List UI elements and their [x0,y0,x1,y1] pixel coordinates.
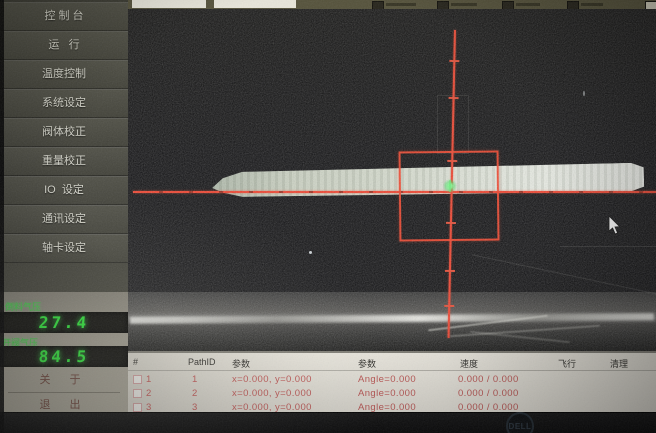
monitor-bezel [0,412,656,433]
toolbar-checkbox-label-smudge [516,3,540,6]
sidebar-item-console[interactable]: 控 制 台 [0,2,128,31]
crosshair-tick [449,60,459,62]
toolbar-checkbox-label-smudge [581,3,603,6]
path-id-cell: 2 [192,388,198,399]
sidebar-lower-panel: 倒料气压 27.4 开阀气压 84.5 关 于 退 出 [0,292,128,412]
top-toolbar-strip [128,0,656,9]
sidebar: 控 制 台 运 行 温度控制 系统设定 阀体校正 重量校正 IO 设定 通讯设定… [0,0,130,412]
sidebar-item-axis-card-settings[interactable]: 轴卡设定 [0,234,128,263]
dust-speck [309,251,312,254]
valve-open-pressure-display: 84.5 [0,346,128,367]
col-header-param1: 参数 [232,357,250,370]
param-angle-cell: Angle=0.000 [358,374,416,385]
col-header-pathid: PathID [188,357,216,367]
row-number: 2 [146,388,152,399]
header-divider [128,370,656,371]
toolbar-checkbox-label-smudge [386,3,416,6]
table-row[interactable]: 1 1 x=0.000, y=0.000 Angle=0.000 0.000 /… [128,373,656,386]
machine-control-screen: 控 制 台 运 行 温度控制 系统设定 阀体校正 重量校正 IO 设定 通讯设定… [0,0,656,433]
col-header-clean: 清理 [610,357,628,370]
col-header-fly: 飞行 [558,357,576,370]
dispense-point-marker [443,179,457,193]
camera-viewport[interactable] [128,9,656,351]
sidebar-item-weight-calibration[interactable]: 重量校正 [0,147,128,176]
table-row[interactable]: 2 2 x=0.000, y=0.000 Angle=0.000 0.000 /… [128,387,656,400]
faint-edge-line [560,246,656,247]
sidebar-item-valve-calibration[interactable]: 阀体校正 [0,118,128,147]
sidebar-divider [8,392,120,393]
monitor-bezel-left-edge [0,0,4,433]
sidebar-item-run[interactable]: 运 行 [0,31,128,60]
crosshair-tick [449,97,459,99]
sidebar-item-temperature-control[interactable]: 温度控制 [0,60,128,89]
valve-open-pressure-value: 84.5 [0,346,129,367]
sidebar-menu: 控 制 台 运 行 温度控制 系统设定 阀体校正 重量校正 IO 设定 通讯设定… [0,2,128,263]
path-table: # PathID 参数 参数 速度 飞行 清理 1 1 x=0.000, y=0… [128,351,656,414]
param-angle-cell: Angle=0.000 [358,388,416,399]
speed-cell: 0.000 / 0.000 [458,388,519,399]
faint-edge-line [472,254,656,297]
feed-pressure-display: 27.4 [0,312,128,333]
row-select-checkbox[interactable] [133,375,142,384]
col-header-param2: 参数 [358,357,376,370]
row-select-checkbox[interactable] [133,389,142,398]
path-id-cell: 1 [192,374,198,385]
sidebar-item-io-settings[interactable]: IO 设定 [0,176,128,205]
toolbar-field[interactable] [132,0,206,8]
sidebar-item-system-settings[interactable]: 系统设定 [0,89,128,118]
monitor-brand-logo: DELL [506,412,534,433]
roi-rectangle[interactable] [399,150,500,241]
param-xy-cell: x=0.000, y=0.000 [232,388,312,399]
crosshair-tick [444,305,454,307]
toolbar-checkbox-label-smudge [451,3,477,6]
sidebar-item-communication-settings[interactable]: 通讯设定 [0,205,128,234]
speed-cell: 0.000 / 0.000 [458,374,519,385]
toolbar-field[interactable] [214,0,296,8]
col-header-index: # [133,357,138,367]
about-button[interactable]: 关 于 [0,371,128,389]
row-number: 1 [146,374,152,385]
row-select-checkbox[interactable] [133,403,142,412]
mouse-cursor-icon [608,216,622,236]
crosshair-horizontal-line [133,191,656,193]
feed-pressure-value: 27.4 [0,312,129,333]
param-xy-cell: x=0.000, y=0.000 [232,374,312,385]
dust-speck [583,91,585,96]
crosshair-tick [445,270,455,272]
col-header-speed: 速度 [460,357,478,370]
